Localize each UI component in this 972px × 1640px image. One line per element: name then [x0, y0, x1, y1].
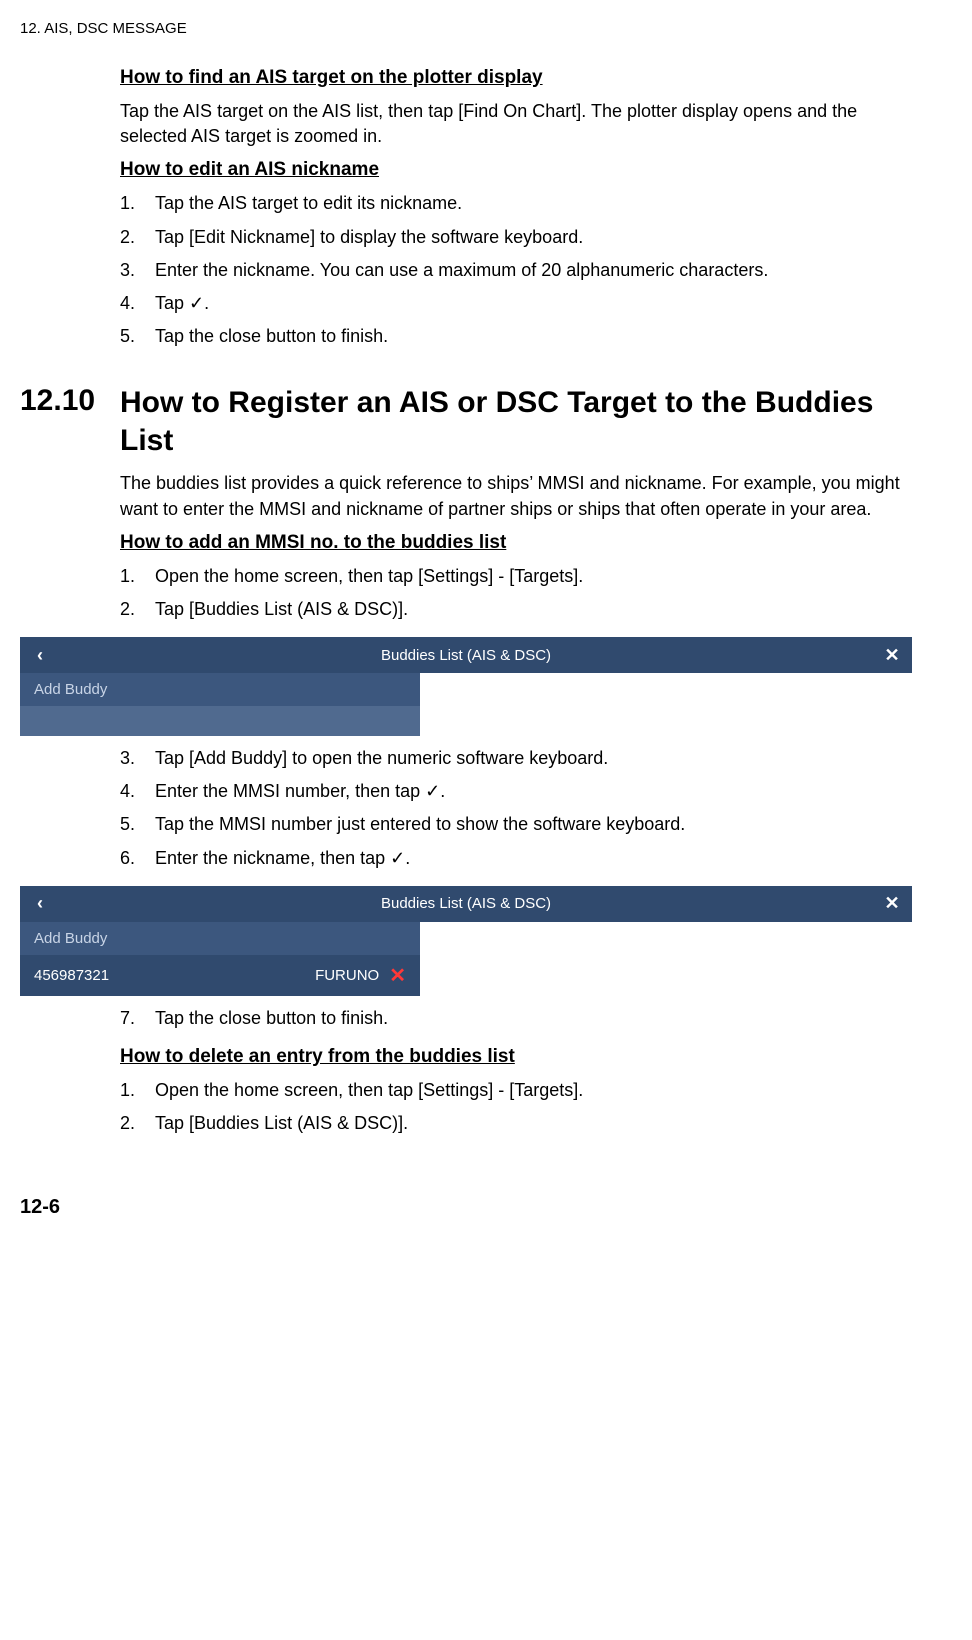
list-text: Tap [Edit Nickname] to display the softw… [155, 225, 912, 250]
list-text: Enter the MMSI number, then tap ✓. [155, 779, 912, 804]
sub-heading-delete-entry: How to delete an entry from the buddies … [120, 1046, 912, 1068]
buddy-nickname: FURUNO [315, 967, 379, 984]
screenshot-header: ‹ Buddies List (AIS & DSC) ✕ [20, 886, 912, 922]
list-number: 3. [120, 258, 155, 283]
screenshot-buddies-filled: ‹ Buddies List (AIS & DSC) ✕ Add Buddy 4… [20, 886, 912, 996]
buddy-entry-row[interactable]: 456987321 FURUNO ✕ [20, 955, 420, 996]
list-text: Tap [Buddies List (AIS & DSC)]. [155, 1111, 912, 1136]
list-item: 6.Enter the nickname, then tap ✓. [120, 846, 912, 871]
body-paragraph: Tap the AIS target on the AIS list, then… [120, 99, 912, 149]
list-number: 5. [120, 812, 155, 837]
chapter-header: 12. AIS, DSC MESSAGE [20, 20, 912, 37]
delete-icon[interactable]: ✕ [389, 963, 406, 988]
list-item: 1.Tap the AIS target to edit its nicknam… [120, 191, 912, 216]
list-text: Tap ✓. [155, 291, 912, 316]
screenshot-header: ‹ Buddies List (AIS & DSC) ✕ [20, 637, 912, 673]
list-text: Enter the nickname. You can use a maximu… [155, 258, 912, 283]
list-item: 2.Tap [Buddies List (AIS & DSC)]. [120, 1111, 912, 1136]
list-text: Tap the AIS target to edit its nickname. [155, 191, 912, 216]
close-icon[interactable]: ✕ [872, 645, 912, 666]
close-icon[interactable]: ✕ [872, 893, 912, 914]
list-text: Enter the nickname, then tap ✓. [155, 846, 912, 871]
screenshot-buddies-empty: ‹ Buddies List (AIS & DSC) ✕ Add Buddy [20, 637, 912, 736]
ordered-list: 1.Tap the AIS target to edit its nicknam… [120, 191, 912, 349]
screenshot-title: Buddies List (AIS & DSC) [381, 895, 551, 912]
section-title: How to Register an AIS or DSC Target to … [120, 384, 912, 459]
list-number: 1. [120, 564, 155, 589]
list-number: 1. [120, 1078, 155, 1103]
buddy-mmsi: 456987321 [34, 967, 315, 984]
body-paragraph: The buddies list provides a quick refere… [120, 471, 912, 521]
list-item: 1.Open the home screen, then tap [Settin… [120, 1078, 912, 1103]
add-buddy-row[interactable]: Add Buddy [20, 922, 420, 955]
back-icon[interactable]: ‹ [20, 645, 60, 666]
list-item: 7.Tap the close button to finish. [120, 1006, 912, 1031]
back-icon[interactable]: ‹ [20, 893, 60, 914]
list-number: 2. [120, 1111, 155, 1136]
list-item: 2.Tap [Buddies List (AIS & DSC)]. [120, 597, 912, 622]
add-buddy-row[interactable]: Add Buddy [20, 673, 420, 706]
list-item: 3.Enter the nickname. You can use a maxi… [120, 258, 912, 283]
list-text: Tap [Buddies List (AIS & DSC)]. [155, 597, 912, 622]
list-text: Tap the MMSI number just entered to show… [155, 812, 912, 837]
empty-row [20, 706, 420, 736]
page-number: 12-6 [20, 1196, 912, 1219]
screenshot-title: Buddies List (AIS & DSC) [381, 647, 551, 664]
list-item: 4.Tap ✓. [120, 291, 912, 316]
sub-heading-add-mmsi: How to add an MMSI no. to the buddies li… [120, 532, 912, 554]
ordered-list: 1.Open the home screen, then tap [Settin… [120, 1078, 912, 1136]
list-number: 3. [120, 746, 155, 771]
list-number: 6. [120, 846, 155, 871]
list-number: 4. [120, 291, 155, 316]
list-number: 2. [120, 597, 155, 622]
list-number: 7. [120, 1006, 155, 1031]
list-text: Tap [Add Buddy] to open the numeric soft… [155, 746, 912, 771]
ordered-list: 7.Tap the close button to finish. [120, 1006, 912, 1031]
list-item: 3.Tap [Add Buddy] to open the numeric so… [120, 746, 912, 771]
list-item: 5.Tap the close button to finish. [120, 324, 912, 349]
list-text: Open the home screen, then tap [Settings… [155, 1078, 912, 1103]
ordered-list: 3.Tap [Add Buddy] to open the numeric so… [120, 746, 912, 871]
list-number: 5. [120, 324, 155, 349]
list-item: 1.Open the home screen, then tap [Settin… [120, 564, 912, 589]
sub-heading-find-ais: How to find an AIS target on the plotter… [120, 67, 912, 89]
list-text: Tap the close button to finish. [155, 1006, 912, 1031]
list-text: Tap the close button to finish. [155, 324, 912, 349]
list-item: 5.Tap the MMSI number just entered to sh… [120, 812, 912, 837]
list-text: Open the home screen, then tap [Settings… [155, 564, 912, 589]
list-number: 4. [120, 779, 155, 804]
ordered-list: 1.Open the home screen, then tap [Settin… [120, 564, 912, 622]
section-heading: 12.10 How to Register an AIS or DSC Targ… [20, 384, 912, 459]
list-item: 4.Enter the MMSI number, then tap ✓. [120, 779, 912, 804]
sub-heading-edit-nickname: How to edit an AIS nickname [120, 159, 912, 181]
section-number: 12.10 [20, 384, 120, 459]
list-number: 1. [120, 191, 155, 216]
list-item: 2.Tap [Edit Nickname] to display the sof… [120, 225, 912, 250]
list-number: 2. [120, 225, 155, 250]
